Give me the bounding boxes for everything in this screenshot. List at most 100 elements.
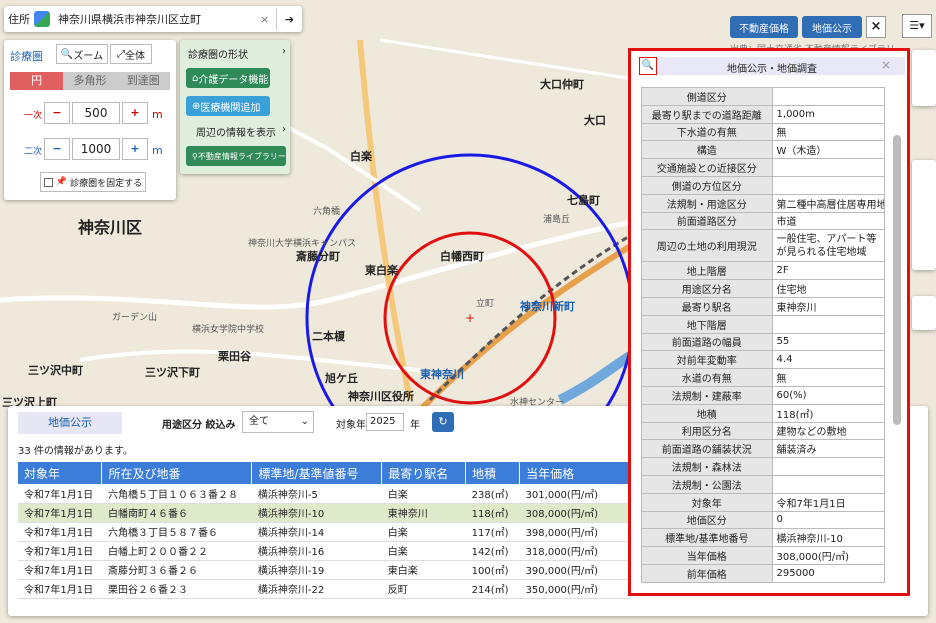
detail-close-icon[interactable]: × xyxy=(881,58,891,72)
address-input[interactable]: 神奈川県横浜市神奈川区立町 xyxy=(50,11,260,27)
menu-icon[interactable]: ☰▾ xyxy=(902,14,932,38)
real-estate-price-button[interactable]: 不動産価格 xyxy=(730,16,798,38)
nursing-data-button[interactable]: ⌂ 介護データ機能 xyxy=(186,68,270,88)
detail-row: 前年価格 295000 xyxy=(641,563,886,583)
detail-row: 対前年変動率 4.4 xyxy=(641,350,886,370)
detail-value: 0 xyxy=(771,510,886,530)
land-price-button[interactable]: 地価公示 xyxy=(802,16,862,38)
detail-value: 東神奈川 xyxy=(771,296,886,316)
first-unit: m xyxy=(152,108,163,121)
medical-add-button[interactable]: ⊕ 医療機関追加 xyxy=(186,96,270,116)
detail-row: 前面道路の幅員 55 xyxy=(641,332,886,352)
search-icon[interactable]: 🔍 xyxy=(639,57,657,75)
table-row[interactable]: 令和7年1月1日 白幡南町４６番６ 横浜神奈川-10 東神奈川 118(㎡) 308,00… xyxy=(18,503,630,523)
table-cell: 斎藤分町３６番２６ xyxy=(101,560,252,580)
detail-key: 前面道路の舗装状況 xyxy=(641,439,773,459)
tab-circle[interactable]: 円 xyxy=(10,72,64,90)
clear-icon[interactable]: × xyxy=(260,13,276,26)
detail-value: 60(%) xyxy=(771,385,886,405)
library-button[interactable]: ⚲ 不動産情報ライブラリー xyxy=(186,146,286,166)
column-header[interactable]: 標準地/基準値番号 xyxy=(251,462,383,484)
detail-scrollbar[interactable] xyxy=(893,135,901,425)
detail-row: 前面道路の舗装状況 舗装済み xyxy=(641,439,886,459)
table-row[interactable]: 令和7年1月1日 六角橋３丁目５８７番６ 横浜神奈川-14 白楽 117(㎡) 398,0… xyxy=(18,522,630,542)
column-header[interactable]: 地積 xyxy=(465,462,521,484)
detail-key: 地積 xyxy=(641,403,773,423)
tab-reach[interactable]: 到達圏 xyxy=(116,72,170,90)
map-layer-control[interactable] xyxy=(912,160,936,270)
table-cell: 令和7年1月1日 xyxy=(18,541,102,561)
detail-value xyxy=(771,474,886,494)
zoom-button[interactable]: 🔍 ズーム xyxy=(56,44,108,64)
detail-key: 前年価格 xyxy=(641,563,773,583)
detail-key: 周辺の土地の利用現況 xyxy=(641,229,773,263)
map-label-higashi-hakuraku: 東白楽 xyxy=(365,264,398,277)
map-zoom-control[interactable] xyxy=(912,50,936,106)
land-price-label: 地価公示 xyxy=(812,23,852,35)
refresh-icon[interactable]: ↻ xyxy=(432,412,454,432)
table-row[interactable]: 令和7年1月1日 六角橋５丁目１０６３番２８ 横浜神奈川-5 白楽 238(㎡) 301,… xyxy=(18,484,630,504)
detail-value: 118(㎡) xyxy=(771,403,886,423)
second-radius-input[interactable]: 1000 xyxy=(72,138,120,160)
filter-label: 用途区分 絞込み xyxy=(162,420,236,431)
detail-value: 住宅地 xyxy=(771,279,886,298)
map-label-kanagawa-office: 神奈川区役所 xyxy=(348,390,414,403)
year-input[interactable]: 2025 xyxy=(366,413,404,431)
whole-button[interactable]: ⤢ 全体 xyxy=(110,44,152,64)
table-cell: 栗田谷２６番２３ xyxy=(101,579,252,599)
table-cell: 118(㎡) xyxy=(465,503,520,523)
plus-circle-icon: ⊕ xyxy=(192,100,201,112)
close-icon[interactable]: × xyxy=(866,16,886,38)
fix-circle-button[interactable]: 📌 診療圏を固定する xyxy=(40,172,146,192)
detail-key: 下水道の有無 xyxy=(641,122,773,142)
refresh-icon[interactable] xyxy=(912,296,936,330)
table-row[interactable]: 令和7年1月1日 白幡上町２００番２２ 横浜神奈川-16 白楽 142(㎡) 318,00… xyxy=(18,541,630,561)
table-cell: 238(㎡) xyxy=(465,484,520,504)
table-cell: 六角橋３丁目５８７番６ xyxy=(101,522,252,542)
table-row[interactable]: 令和7年1月1日 斎藤分町３６番２６ 横浜神奈川-19 東白楽 100(㎡) 390,00… xyxy=(18,560,630,580)
detail-key: 対前年変動率 xyxy=(641,350,773,370)
column-header[interactable]: 当年価格 xyxy=(519,462,630,484)
table-cell: 398,000(円/㎡) xyxy=(519,522,630,542)
table-row[interactable]: 令和7年1月1日 栗田谷２６番２３ 横浜神奈川-22 反町 214(㎡) 350,000(… xyxy=(18,579,630,599)
detail-scroll-area[interactable]: 側道区分 最寄り駅までの道路距離 1,000m 下水道の有無無構造 W（木造） 交通施設と… xyxy=(641,87,887,591)
table-cell: 六角橋５丁目１０６３番２８ xyxy=(101,484,252,504)
column-header[interactable]: 最寄り駅名 xyxy=(381,462,467,484)
detail-value xyxy=(771,314,886,334)
first-radius-label: 一次 xyxy=(24,111,43,121)
first-minus-button[interactable]: − xyxy=(44,102,70,124)
detail-value: 55 xyxy=(771,332,886,352)
tab-land-price[interactable]: 地価公示 xyxy=(18,412,122,434)
detail-key: 法規制・建蔽率 xyxy=(641,385,773,405)
detail-row: 最寄り駅までの道路距離 1,000m xyxy=(641,104,886,124)
first-plus-button[interactable]: + xyxy=(122,102,148,124)
table-cell: 令和7年1月1日 xyxy=(18,579,102,599)
surroundings-menu-item[interactable]: 周辺の情報を表示 › xyxy=(196,124,286,139)
column-header[interactable]: 対象年 xyxy=(18,462,103,484)
checkbox-icon xyxy=(43,177,53,187)
map-label-kanagawa-shinmachi: 神奈川新町 xyxy=(520,300,575,313)
map-label-mitsuzawa-shimo: 三ツ沢下町 xyxy=(145,366,200,379)
detail-value: W（木造） xyxy=(771,140,886,160)
detail-value: 295000 xyxy=(771,563,886,583)
go-arrow-icon[interactable]: ➔ xyxy=(276,8,302,30)
map-canvas[interactable]: + 神奈川区 白楽 東白楽 白幡西町 神奈川新町 東神奈川 二本榎 栗田谷 旭ケ… xyxy=(0,0,936,623)
detail-row: 前面道路区分 市道 xyxy=(641,211,886,231)
column-header[interactable]: 所在及び地番 xyxy=(101,462,253,484)
detail-row: 水道の有無無 xyxy=(641,368,886,387)
second-minus-button[interactable]: − xyxy=(44,138,70,160)
table-cell: 142(㎡) xyxy=(465,541,520,561)
shape-label: 診療圏の形状 xyxy=(188,50,248,61)
filter-select[interactable]: 全て ⌄ xyxy=(242,411,314,433)
map-label-oguchi: 大口 xyxy=(584,114,606,127)
detail-row: 法規制・森林法 xyxy=(641,457,886,476)
shape-menu-item[interactable]: 診療圏の形状 › xyxy=(188,46,286,61)
first-radius-input[interactable]: 500 xyxy=(72,102,120,124)
map-label-univ-campus: 神奈川大学横浜キャンパス xyxy=(248,239,357,249)
tab-polygon[interactable]: 多角形 xyxy=(63,72,117,90)
table-cell: 白幡南町４６番６ xyxy=(101,503,252,523)
table-cell: 100(㎡) xyxy=(465,560,520,580)
detail-title: 地価公示・地価調査 xyxy=(727,64,817,75)
second-plus-button[interactable]: + xyxy=(122,138,148,160)
detail-key: 法規制・森林法 xyxy=(641,457,773,476)
